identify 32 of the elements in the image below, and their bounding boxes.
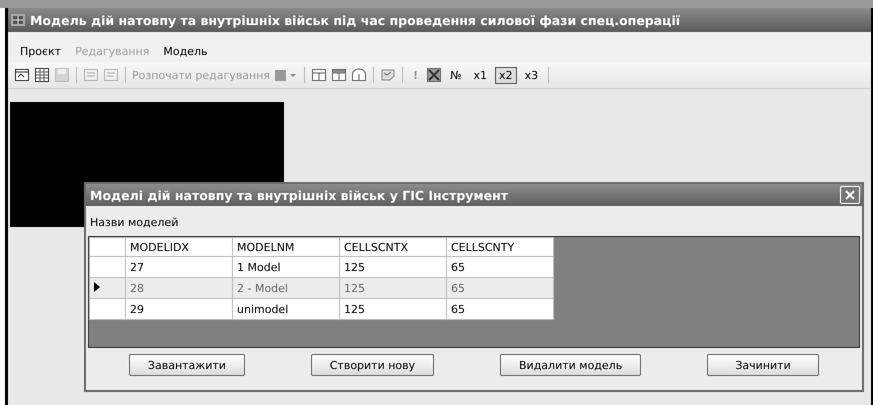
table-cell: 28: [126, 278, 232, 298]
grid-icon[interactable]: [34, 67, 50, 83]
dialog-button[interactable]: Завантажити: [128, 354, 245, 376]
dialog-title: Моделі дій натовпу та внутрішніх військ у ГІС Інструмент: [90, 188, 508, 202]
table-cell: 65: [446, 278, 554, 298]
app-icon: [10, 12, 26, 28]
menu-item[interactable]: Модель: [157, 44, 214, 59]
menu-item[interactable]: Проєкт: [14, 44, 68, 59]
column-header[interactable]: MODELIDX: [126, 238, 232, 256]
table-cell: 2 - Model: [232, 278, 340, 298]
table-cell: 125: [340, 278, 446, 298]
number-button[interactable]: №: [446, 66, 466, 84]
table-cell: unimodel: [232, 298, 340, 320]
column-header[interactable]: CELLSCNTY: [446, 238, 554, 256]
cross-icon[interactable]: [426, 67, 442, 83]
table-cell: 65: [446, 298, 554, 320]
column-header[interactable]: MODELNM: [232, 238, 340, 256]
table-cell: 29: [126, 298, 232, 320]
dialog-button[interactable]: Видалити модель: [500, 354, 642, 376]
dialog-button[interactable]: Зачинити: [707, 354, 820, 376]
window-icon[interactable]: [14, 67, 30, 83]
speed-button[interactable]: x2: [495, 66, 517, 84]
speed-button[interactable]: x3: [520, 66, 542, 84]
models-label: Назви моделей: [89, 215, 180, 231]
column-header[interactable]: CELLSCNTX: [340, 238, 446, 256]
dialog-button[interactable]: Створити нову: [310, 354, 434, 376]
close-icon[interactable]: [840, 186, 860, 204]
color-dropdown-icon[interactable]: [274, 67, 298, 83]
speed-button[interactable]: x1: [470, 66, 492, 84]
current-row-icon: [94, 282, 100, 292]
title-text: Модель дій натовпу та внутрішніх військ під час проведення силової фази спец.операції: [30, 12, 680, 28]
table-cell: 125: [340, 298, 446, 320]
